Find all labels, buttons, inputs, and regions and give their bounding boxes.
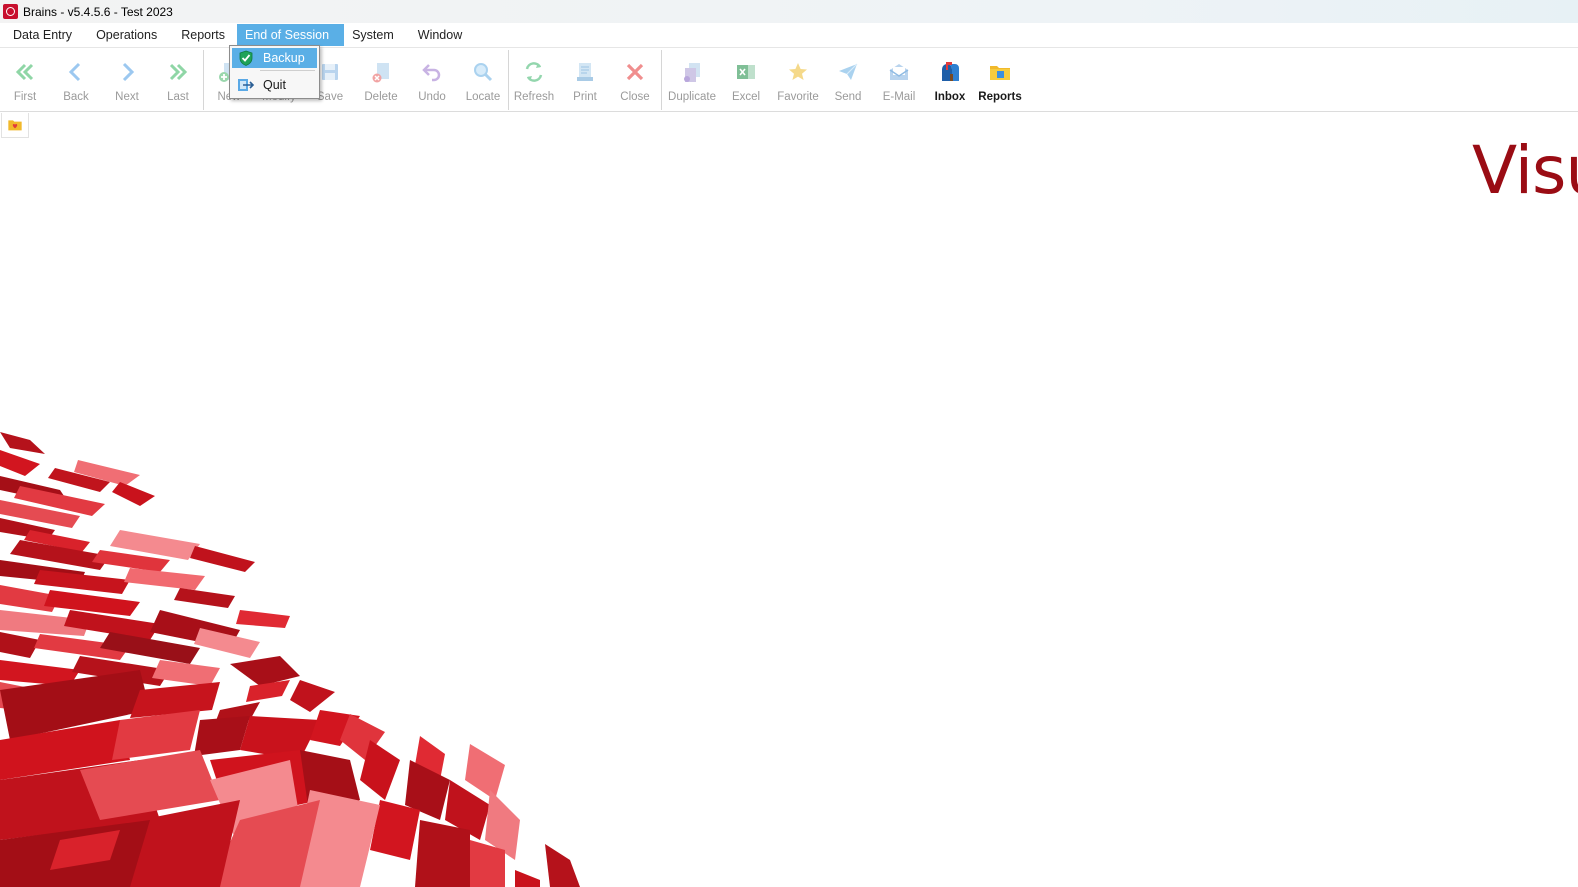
reports-button[interactable]: Reports [975,48,1025,110]
chevron-right-icon [122,62,135,82]
locate-button[interactable]: Locate [458,48,508,110]
chevron-left-icon [68,62,81,82]
dropdown-item-backup-label: Backup [263,51,305,65]
dropdown-item-backup[interactable]: Backup [232,48,317,68]
delete-button[interactable]: Delete [356,48,406,110]
menu-window[interactable]: Window [406,24,474,46]
undo-button[interactable]: Undo [407,48,457,110]
title-bar: Brains - v5.4.5.6 - Test 2023 [0,0,1578,23]
excel-icon [737,65,755,79]
app-logo-icon [3,4,18,19]
backup-check-icon [239,50,253,66]
first-button[interactable]: First [0,48,50,110]
refresh-icon [525,62,543,82]
send-button[interactable]: Send [823,48,873,110]
next-button[interactable]: Next [102,48,152,110]
double-chevron-right-icon [169,63,188,81]
inbox-button[interactable]: Inbox [925,48,975,110]
duplicate-label: Duplicate [668,91,716,103]
start-page-tab[interactable] [1,113,29,138]
window-title: Brains - v5.4.5.6 - Test 2023 [23,4,173,19]
favorite-button[interactable]: Favorite [773,48,823,110]
red-shards-decoration [0,432,580,887]
send-plane-icon [839,63,858,80]
print-icon [577,63,593,81]
menu-operations[interactable]: Operations [84,24,169,46]
reports-label: Reports [978,91,1022,103]
back-button[interactable]: Back [51,48,101,110]
double-chevron-left-icon [15,63,34,81]
duplicate-button[interactable]: Duplicate [667,48,717,110]
excel-button[interactable]: Excel [721,48,771,110]
close-button[interactable]: Close [610,48,660,110]
inbox-mailbox-icon [942,62,959,81]
folder-heart-icon [8,120,22,131]
dropdown-item-quit[interactable]: Quit [232,75,317,95]
close-icon [626,63,644,81]
undo-icon [422,64,441,82]
end-of-session-dropdown: Backup Quit [229,45,320,99]
print-button[interactable]: Print [560,48,610,110]
last-button[interactable]: Last [153,48,203,110]
menu-data-entry[interactable]: Data Entry [1,24,84,46]
save-icon [322,64,338,80]
delete-icon [372,63,389,83]
refresh-button[interactable]: Refresh [509,48,559,110]
email-button[interactable]: E-Mail [874,48,924,110]
locate-icon [474,63,493,82]
quit-arrow-icon [238,79,255,91]
reports-folder-icon [990,66,1010,80]
menu-system[interactable]: System [344,24,406,46]
menu-end-of-session[interactable]: End of Session [237,24,345,46]
favorite-star-icon [789,63,807,80]
dropdown-separator [260,70,315,71]
menu-reports[interactable]: Reports [169,24,237,46]
duplicate-icon [684,63,700,82]
close-label: Close [620,91,650,103]
dropdown-item-quit-label: Quit [263,78,286,92]
email-icon [889,64,909,80]
brand-text: Visu [1472,132,1578,209]
